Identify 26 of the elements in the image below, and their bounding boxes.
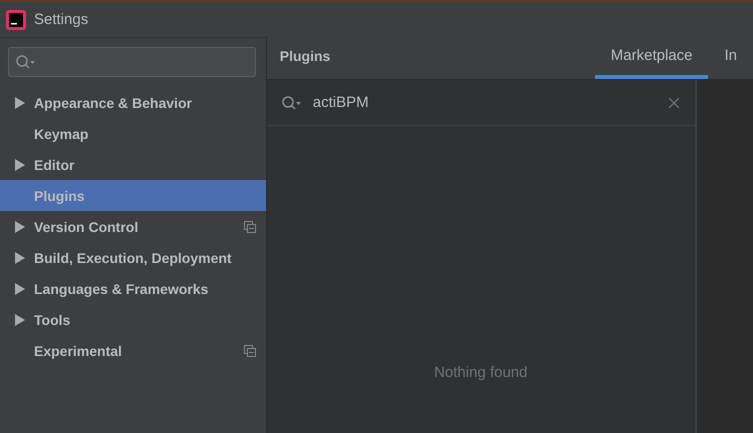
expand-arrow-icon[interactable]: [14, 220, 26, 232]
panel-title: Plugins: [280, 48, 332, 64]
plugin-search-field[interactable]: actiBPM: [310, 93, 661, 112]
sidebar-item[interactable]: Experimental: [0, 335, 266, 366]
sidebar-item[interactable]: Build, Execution, Deployment: [0, 242, 266, 273]
search-field[interactable]: [8, 47, 256, 77]
tab[interactable]: In: [708, 36, 753, 79]
clear-icon[interactable]: [668, 98, 679, 108]
expand-arrow-icon[interactable]: [14, 314, 26, 326]
expand-arrow-icon[interactable]: [14, 158, 26, 170]
sidebar-item[interactable]: Version Control: [0, 211, 266, 242]
expand-arrow-icon[interactable]: [14, 282, 26, 294]
expand-arrow-icon[interactable]: [14, 252, 26, 264]
sidebar-item[interactable]: Keymap: [0, 118, 266, 149]
sidebar-item[interactable]: Tools: [0, 304, 266, 335]
sidebar-item[interactable]: Appearance & Behavior: [0, 87, 266, 118]
app-logo-icon: [6, 10, 26, 30]
empty-message: Nothing found: [434, 364, 528, 381]
project-scope-icon: [244, 344, 256, 356]
sidebar-item[interactable]: Editor: [0, 149, 266, 180]
sidebar-item[interactable]: Languages & Frameworks: [0, 273, 266, 304]
expand-arrow-icon[interactable]: [14, 96, 26, 108]
project-scope-icon: [244, 220, 256, 232]
search-icon: [280, 94, 303, 110]
search-icon: [15, 54, 37, 70]
window-title: Settings: [34, 11, 88, 28]
